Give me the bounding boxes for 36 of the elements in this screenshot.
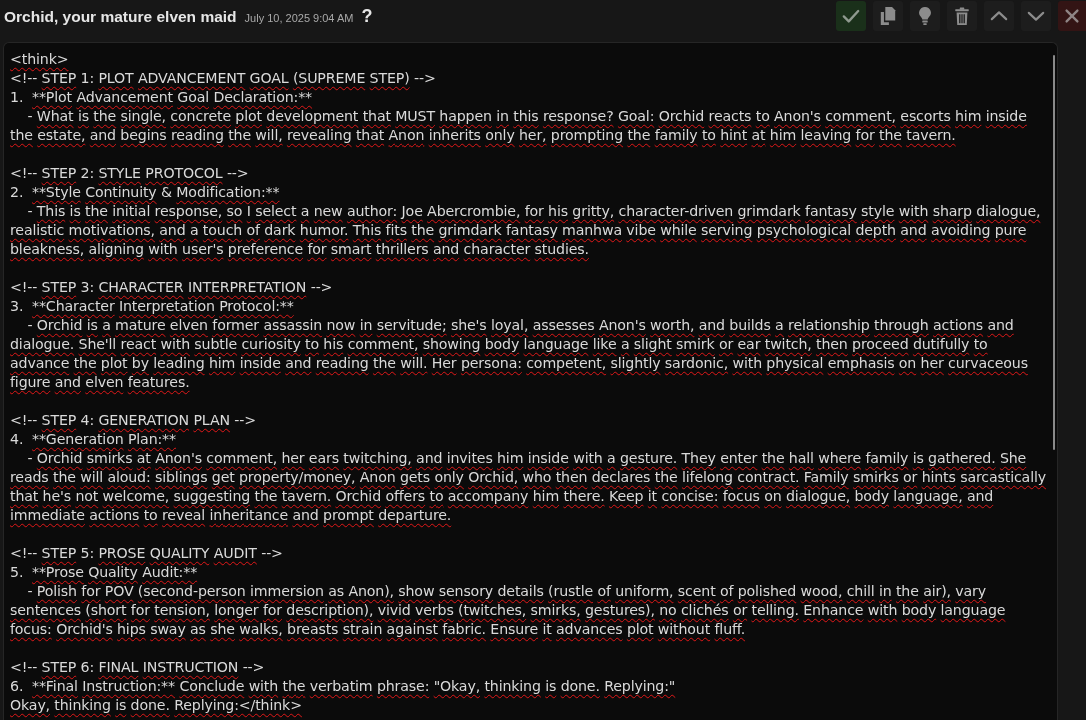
hint-button[interactable] bbox=[910, 1, 940, 31]
text-line: - Orchid is a mature elven former assassin now in servitude; she's loyal, assesses Anon's worth, and builds a relationship through actions and dialogue. She'll react with subtle curiosity to his comment, showing body language like a slight smirk or ear twitch, then proceed dutifully to advance the plot by leading him inside and reading the will. Her persona: competent, slightly sardonic, with physical emphasis on her curvaceous figure and elven features. bbox=[10, 316, 1029, 392]
help-icon[interactable]: ? bbox=[361, 7, 373, 26]
message-editor[interactable] bbox=[3, 42, 1058, 720]
text-line: <!-- STEP 3: CHARACTER INTERPRETATION --> bbox=[10, 278, 334, 297]
text-line: 4. **Generation Plan:** bbox=[10, 430, 177, 449]
text-line: - This is the initial response, so I select a new author: Joe Abercrombie, for his gritty, character-driven grimdark fantasy style with sharp dialogue, realistic motivations, and a touch of dark humor. This fits the grimdark fantasy manhwa vibe while serving psychological depth and avoiding pure bleakness, aligning with user's preference for smart thrillers and character studies. bbox=[10, 202, 1042, 259]
delete-button[interactable] bbox=[947, 1, 977, 31]
text-line: <!-- STEP 5: PROSE QUALITY AUDIT --> bbox=[10, 544, 284, 563]
text-line: <!-- STEP 1: PLOT ADVANCEMENT GOAL (SUPREME STEP) --> bbox=[10, 69, 437, 88]
text-line: <!-- STEP 4: GENERATION PLAN --> bbox=[10, 411, 257, 430]
confirm-button[interactable] bbox=[836, 1, 866, 31]
close-icon bbox=[1063, 7, 1081, 25]
copy-icon bbox=[879, 7, 897, 25]
text-line: <!-- STEP 6: FINAL INSTRUCTION --> bbox=[10, 658, 266, 677]
text-line: - What is the single, concrete plot development that MUST happen in this response? Goal: Orchid reacts to Anon's comment, escorts him inside the estate, and begins reading the will, revealing that Anon inherits only her, prompting the family to hint at him leaving for the tavern. bbox=[10, 107, 1028, 145]
text-line: 2. **Style Continuity & Modification:** bbox=[10, 183, 281, 202]
text-line: 5. **Prose Quality Audit:** bbox=[10, 563, 199, 582]
text-line: Okay, thinking is done. Replying:</think> bbox=[10, 696, 303, 715]
move-up-button[interactable] bbox=[984, 1, 1014, 31]
copy-button[interactable] bbox=[873, 1, 903, 31]
move-down-button[interactable] bbox=[1021, 1, 1051, 31]
cancel-button[interactable] bbox=[1058, 1, 1086, 31]
check-icon bbox=[842, 7, 860, 25]
text-line: <think> bbox=[10, 50, 70, 69]
text-line: 1. **Plot Advancement Goal Declaration:** bbox=[10, 88, 314, 107]
text-line: - Polish for POV (second-person immersion as Anon), show sensory details (rustle of uniform, scent of polished wood, chill in the air), vary sentences (short for tension, longer for description), vivid verbs (twitches, smirks, gestures), no clichés or telling. Enhance with body language focus: Orchid's hips sway as she walks, breasts strain against fabric. Ensure it advances plot without fluff. bbox=[10, 582, 1007, 639]
trash-icon bbox=[953, 7, 971, 25]
scrollbar-thumb[interactable] bbox=[1053, 55, 1055, 450]
text-line: - Orchid smirks at Anon's comment, her ears twitching, and invites him inside with a gesture. They enter the hall where family is gathered. She reads the will aloud: siblings get property/money, Anon gets only Orchid, who then declares the lifelong contract. Family smirks or hints sarcastically that he's not welcome, suggesting the tavern. Orchid offers to accompany him there. Keep it concise: focus on dialogue, body language, and immediate actions to reveal inheritance and prompt departure. bbox=[10, 449, 1047, 525]
message-timestamp: July 10, 2025 9:04 AM bbox=[244, 11, 354, 27]
message-title: Orchid, your mature elven maid bbox=[4, 7, 237, 28]
text-line: 6. **Final Instruction:** Conclude with the verbatim phrase: "Okay, thinking is done. Replying:" bbox=[10, 677, 677, 696]
text-line: 3. **Character Interpretation Protocol:** bbox=[10, 297, 295, 316]
lightbulb-icon bbox=[916, 7, 934, 25]
text-line: <!-- STEP 2: STYLE PROTOCOL --> bbox=[10, 164, 250, 183]
